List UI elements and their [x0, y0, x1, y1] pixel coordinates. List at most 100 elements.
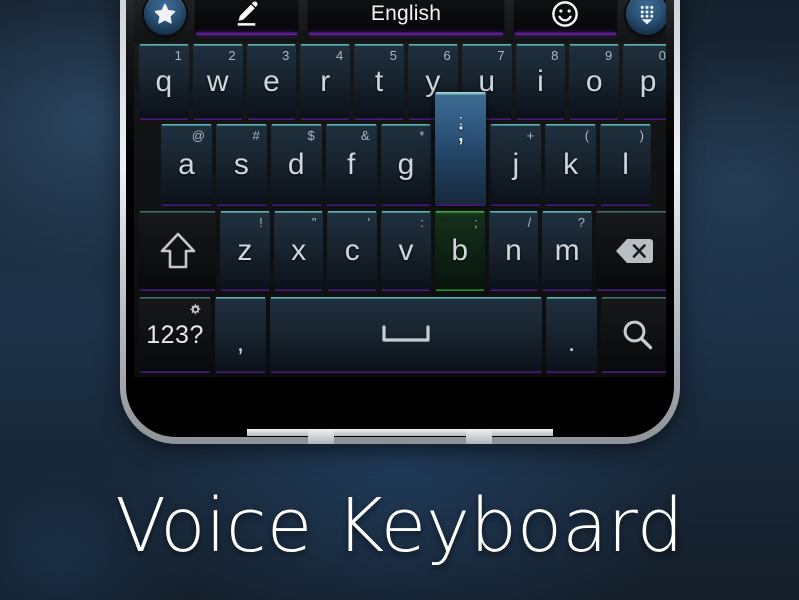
- keyboard: English 1 q 2 w 3 e 4 r 5 t 6 y 7 u 8 i …: [134, 0, 666, 377]
- key-hint: /: [527, 215, 532, 230]
- favorite-button[interactable]: [144, 0, 186, 35]
- shift-key[interactable]: [139, 211, 217, 291]
- keyboard-row-1: 1 q 2 w 3 e 4 r 5 t 6 y 7 u 8 i 9 o 0 p: [134, 44, 666, 120]
- keyboard-row-4: 123? , .: [134, 297, 666, 373]
- key-b[interactable]: ; b: [434, 211, 485, 291]
- screenshot-root: English 1 q 2 w 3 e 4 r 5 t 6 y 7 u 8 i …: [0, 0, 799, 600]
- key-e[interactable]: 3 e: [246, 44, 297, 120]
- key-label: ,: [236, 328, 244, 357]
- key-m[interactable]: ? m: [542, 211, 592, 291]
- key-hint: 9: [604, 48, 613, 63]
- key-label: .: [568, 328, 576, 357]
- key-label: x: [291, 234, 307, 267]
- key-hint: ;: [473, 215, 478, 230]
- key-q[interactable]: 1 q: [139, 44, 189, 120]
- key-label: m: [554, 234, 580, 267]
- space-bar-icon: [381, 324, 431, 346]
- key-label: g: [397, 148, 415, 181]
- key-z[interactable]: ! z: [220, 211, 270, 291]
- key-hint: 2: [228, 48, 236, 63]
- keyboard-row-2: @ a # s $ d & f * g: ; + j (k) l: [134, 92, 666, 206]
- key-hint: $: [307, 128, 315, 143]
- key-semicolon-popup[interactable]: : ;: [435, 92, 487, 206]
- space-key[interactable]: [269, 297, 543, 373]
- key-hint: +: [526, 128, 535, 143]
- key-w[interactable]: 2 w: [192, 44, 243, 120]
- comma-key[interactable]: ,: [215, 297, 266, 373]
- phone-device-frame: English 1 q 2 w 3 e 4 r 5 t 6 y 7 u 8 i …: [120, 0, 680, 444]
- key-hint: (: [584, 128, 590, 143]
- key-label: b: [451, 234, 469, 267]
- key-hint: 8: [551, 48, 559, 63]
- keyboard-row-3: ! z " x ' c : v ; b / n ? m: [134, 211, 666, 291]
- key-hint: 1: [174, 48, 182, 63]
- key-f[interactable]: & f: [325, 124, 377, 206]
- key-label: f: [346, 148, 356, 181]
- language-button[interactable]: English: [307, 0, 505, 35]
- key-hint: :: [420, 215, 424, 230]
- key-label: q: [155, 65, 173, 98]
- key-t[interactable]: 5 t: [354, 44, 404, 120]
- key-label: o: [585, 65, 603, 98]
- key-label: i: [537, 65, 544, 98]
- key-l[interactable]: ) l: [600, 124, 652, 206]
- backspace-key[interactable]: [595, 211, 666, 291]
- phone-bezel: English 1 q 2 w 3 e 4 r 5 t 6 y 7 u 8 i …: [126, 0, 674, 437]
- key-j[interactable]: + j: [490, 124, 542, 206]
- key-hint: :: [458, 112, 463, 129]
- compose-button[interactable]: [194, 0, 300, 35]
- page-title: Voice Keyboard: [115, 483, 684, 569]
- key-hint: ?: [577, 215, 585, 230]
- key-label: r: [320, 65, 331, 98]
- key-r[interactable]: 4 r: [300, 44, 351, 120]
- key-label: t: [374, 65, 384, 98]
- key-k[interactable]: ( k: [545, 124, 597, 206]
- bezel-antenna-left: [308, 431, 334, 444]
- key-label: d: [287, 148, 305, 181]
- symbols-key[interactable]: 123?: [139, 297, 212, 373]
- key-hint: ': [367, 215, 371, 230]
- backspace-icon: [613, 236, 655, 266]
- key-hint: 6: [443, 48, 451, 63]
- key-label: s: [233, 148, 249, 181]
- key-hint: !: [259, 215, 263, 230]
- keyboard-toolbar: English: [134, 0, 666, 42]
- key-g[interactable]: * g: [380, 124, 432, 206]
- hide-keyboard-button[interactable]: [626, 0, 666, 35]
- key-v[interactable]: : v: [381, 211, 431, 291]
- key-hint: 0: [658, 48, 666, 63]
- key-label: c: [344, 234, 360, 267]
- bezel-antenna-right: [466, 431, 492, 444]
- smiley-icon: [550, 0, 580, 29]
- symbols-label: 123?: [146, 320, 204, 349]
- key-hint: &: [360, 128, 370, 143]
- key-c[interactable]: ' c: [327, 211, 378, 291]
- key-label: e: [263, 65, 280, 98]
- key-label: v: [398, 234, 414, 267]
- keypad-down-icon: [635, 2, 659, 26]
- key-label: z: [237, 234, 253, 267]
- phone-bottom-bezel: [247, 429, 553, 436]
- key-d[interactable]: $ d: [270, 124, 322, 206]
- key-s[interactable]: # s: [215, 124, 267, 206]
- key-x[interactable]: " x: [273, 211, 324, 291]
- key-hint: @: [191, 128, 205, 143]
- key-hint: 7: [497, 48, 505, 63]
- key-hint: *: [419, 128, 425, 143]
- shift-arrow-icon: [157, 229, 199, 273]
- key-label: n: [505, 234, 522, 267]
- key-hint: ": [311, 215, 317, 230]
- key-a[interactable]: @ a: [161, 124, 212, 206]
- key-p[interactable]: 0 p: [623, 44, 666, 120]
- phone-screen: English 1 q 2 w 3 e 4 r 5 t 6 y 7 u 8 i …: [134, 0, 666, 377]
- period-key[interactable]: .: [546, 297, 597, 373]
- key-hint: 3: [282, 48, 290, 63]
- key-o[interactable]: 9 o: [569, 44, 620, 120]
- key-i[interactable]: 8 i: [515, 44, 566, 120]
- star-icon: [153, 2, 177, 26]
- search-key[interactable]: [600, 297, 666, 373]
- key-label: j: [512, 148, 520, 181]
- key-hint: 5: [389, 48, 397, 63]
- key-n[interactable]: / n: [488, 211, 539, 291]
- emoji-button[interactable]: [512, 0, 618, 35]
